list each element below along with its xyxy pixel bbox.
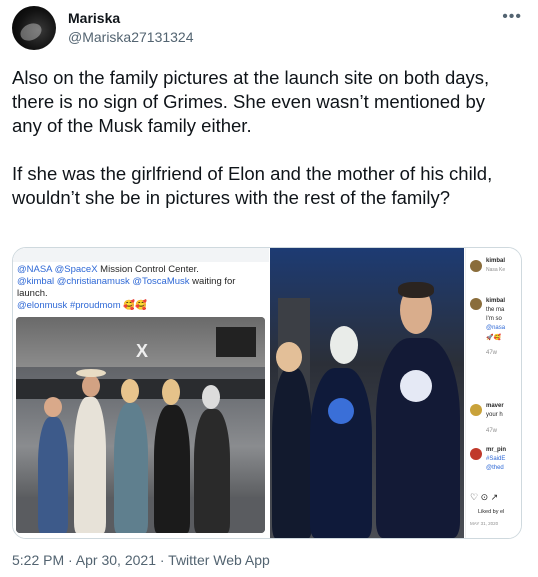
media-image-left[interactable]: @NASA @SpaceX Mission Control Center. @k… [13,248,269,538]
media-image-right[interactable] [270,248,464,538]
person-figure [194,409,230,533]
person-figure [272,368,312,538]
comment-line: the ma [486,307,505,313]
commenter-avatar [470,298,482,310]
post-date: MAY 31, 2020 [470,521,499,526]
comment-user: mr_pin [486,447,507,453]
spacex-logo: X [136,341,149,361]
comment-user: kimbal [486,258,506,264]
tweet-timestamp[interactable]: 5:22 PM · Apr 30, 2021 · Twitter Web App [12,552,270,568]
person-figure [376,338,460,538]
tweet-header: Mariska @Mariska27131324 ••• [12,6,528,50]
caption-tags-1: @NASA @SpaceX [17,264,98,275]
commenter-avatar [470,448,482,460]
person-figure [154,405,190,533]
person-head [202,385,220,409]
author-avatar[interactable] [12,6,56,50]
author-handle[interactable]: @Mariska27131324 [68,29,194,45]
comment-line: I'm so [486,316,502,322]
more-horizontal-icon[interactable]: ••• [502,8,522,26]
comment-time: 47w [486,428,498,434]
person-head [276,342,302,372]
comment-tag: #SaidE [486,456,506,462]
person-head [82,375,100,397]
comment-line: @nasa [486,325,506,331]
tweet-paragraph-1: Also on the family pictures at the launc… [12,67,490,136]
cowboy-hat [76,369,106,377]
avatar-highlight [17,20,45,44]
person-head [162,379,180,405]
instagram-action-icons: ♡ ⊙ ↗ [470,492,499,502]
tweet-media-grid[interactable]: @NASA @SpaceX Mission Control Center. @k… [12,247,522,539]
person-head [121,379,139,403]
tweet-paragraph-2: If she was the girlfriend of Elon and th… [12,163,493,208]
photo-desk [16,379,265,399]
comment-emoji: 🚀🥰 [486,335,501,341]
person-figure [38,417,68,533]
person-figure [74,397,106,533]
instagram-comments-sidebar: kimbal Nasa Ke kimbal the ma I'm so @nas… [465,248,521,538]
caption-emoji: 🥰🥰 [123,300,147,311]
comment-user: kimbal [486,298,506,304]
liked-by-text: Liked by el [478,509,505,515]
hair [398,282,434,298]
comment-mention: @thed [486,465,504,471]
person-head [330,326,358,364]
mission-patch [400,370,432,402]
commenter-avatar [470,260,482,272]
caption-line-1: @NASA @SpaceX Mission Control Center. [17,264,261,276]
comment-sub: Nasa Ke [486,267,506,273]
comment-text: your h [486,412,503,418]
person-head [44,397,62,417]
commenter-avatar [470,404,482,416]
photo-screen [216,327,256,357]
caption-text-1: Mission Control Center. [97,264,199,275]
person-figure [310,368,372,538]
mission-control-photo: X [16,317,265,533]
author-display-name[interactable]: Mariska [68,10,120,26]
comment-user: maver [486,403,504,409]
mission-patch [328,398,354,424]
caption-line-3: @elonmusk #proudmom 🥰🥰 [17,300,261,312]
caption-line-2: @kimbal @christianamusk @ToscaMusk waiti… [17,276,261,300]
comment-time: 47w [486,350,498,356]
image-caption: @NASA @SpaceX Mission Control Center. @k… [17,264,261,312]
tweet-text: Also on the family pictures at the launc… [12,66,517,210]
cropped-top-bar [13,248,269,262]
caption-tags-3: @elonmusk #proudmom [17,300,121,311]
person-figure [114,403,148,533]
caption-tags-2: @kimbal @christianamusk @ToscaMusk [17,276,190,287]
